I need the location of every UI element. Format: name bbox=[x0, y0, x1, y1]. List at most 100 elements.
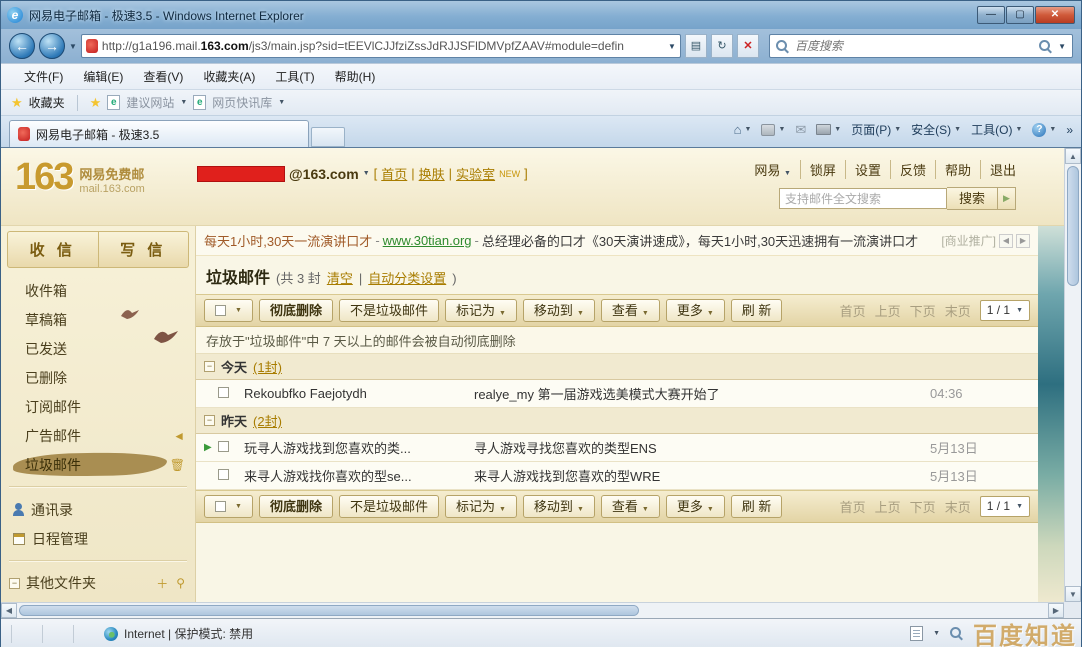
feedback-link[interactable]: 反馈 bbox=[891, 160, 936, 179]
checkbox-icon[interactable] bbox=[215, 305, 226, 316]
browser-search-box[interactable]: ▼ bbox=[769, 34, 1073, 58]
vertical-scrollbar[interactable]: ▲ ▼ bbox=[1064, 148, 1081, 602]
menu-view[interactable]: 查看(V) bbox=[134, 65, 192, 88]
mail-sender[interactable]: 来寻人游戏找你喜欢的型se... bbox=[244, 466, 474, 485]
delete-forever-button[interactable]: 彻底删除 bbox=[259, 495, 333, 518]
feeds-dropdown-icon[interactable]: ▼ bbox=[778, 126, 785, 133]
compose-mail-button[interactable]: 写 信 bbox=[99, 232, 189, 267]
scroll-up-icon[interactable]: ▲ bbox=[1065, 148, 1081, 164]
add-favorite-star-icon[interactable]: ★ bbox=[90, 95, 102, 111]
mail-sender[interactable]: 玩寻人游戏找到您喜欢的类... bbox=[244, 438, 474, 457]
scroll-down-icon[interactable]: ▼ bbox=[1065, 586, 1081, 602]
checkbox-icon[interactable] bbox=[218, 387, 229, 398]
mail-subject[interactable]: 来寻人游戏找到您喜欢的型WRE bbox=[474, 466, 920, 485]
lock-screen-link[interactable]: 锁屏 bbox=[801, 160, 846, 179]
sidebar-item-drafts[interactable]: 草稿箱 bbox=[1, 305, 195, 334]
prev-page-link[interactable]: 上页 bbox=[875, 497, 901, 516]
suggested-sites-dropdown-icon[interactable]: ▼ bbox=[180, 99, 187, 106]
sidebar-item-ad-mail[interactable]: 广告邮件◄ bbox=[1, 421, 195, 450]
last-page-link[interactable]: 末页 bbox=[945, 497, 971, 516]
view-button[interactable]: 查看▼ bbox=[601, 299, 660, 322]
mail-search-button[interactable]: 搜索 bbox=[947, 187, 998, 210]
sidebar-item-other-folders[interactable]: − 其他文件夹 ＋ ⚲ bbox=[1, 569, 195, 597]
collapse-icon[interactable]: − bbox=[204, 361, 215, 372]
select-all-dropdown-button[interactable]: ▼ bbox=[204, 299, 253, 322]
sidebar-item-deleted[interactable]: 已删除 bbox=[1, 363, 195, 392]
mail-subject[interactable]: 寻人游戏寻找您喜欢的类型ENS bbox=[474, 438, 920, 457]
sidebar-item-inbox[interactable]: 收件箱 bbox=[1, 276, 195, 305]
compatibility-view-button[interactable]: ▤ bbox=[685, 34, 707, 58]
web-slices-dropdown-icon[interactable]: ▼ bbox=[278, 99, 285, 106]
first-page-link[interactable]: 首页 bbox=[840, 301, 866, 320]
more-button[interactable]: 更多▼ bbox=[666, 299, 725, 322]
more-button[interactable]: 更多▼ bbox=[666, 495, 725, 518]
mail-row[interactable]: Rekoubfko Faejotydh realye_my 第一届游戏选美模式大… bbox=[196, 380, 1038, 408]
maximize-button[interactable]: ▢ bbox=[1006, 6, 1034, 24]
group-count-link[interactable]: (2封) bbox=[253, 411, 282, 430]
lab-link[interactable]: 实验室 bbox=[456, 164, 495, 183]
group-count-link[interactable]: (1封) bbox=[253, 357, 282, 376]
menu-help[interactable]: 帮助(H) bbox=[326, 65, 385, 88]
home-link[interactable]: 首页 bbox=[381, 164, 407, 183]
feeds-button[interactable]: ▼ bbox=[761, 124, 785, 136]
page-select[interactable]: 1 / 1▼ bbox=[980, 300, 1030, 321]
menu-file[interactable]: 文件(F) bbox=[15, 65, 72, 88]
sidebar-item-spam[interactable]: 垃圾邮件🗑 bbox=[1, 450, 195, 479]
collapse-icon[interactable]: − bbox=[9, 578, 20, 589]
checkbox-icon[interactable] bbox=[218, 469, 229, 480]
overflow-button[interactable]: » bbox=[1066, 123, 1073, 137]
new-tab-button[interactable] bbox=[311, 127, 345, 147]
horizontal-scrollbar[interactable]: ◀ ▶ bbox=[1, 602, 1064, 618]
logout-link[interactable]: 退出 bbox=[981, 160, 1016, 179]
scroll-track[interactable] bbox=[1065, 288, 1081, 586]
checkbox-icon[interactable] bbox=[218, 441, 229, 452]
home-dropdown-icon[interactable]: ▼ bbox=[745, 126, 752, 133]
stop-button[interactable]: ✕ bbox=[737, 34, 759, 58]
sidebar-item-subscriptions[interactable]: 订阅邮件 bbox=[1, 392, 195, 421]
back-button[interactable]: ← bbox=[9, 33, 35, 59]
checkbox-cell[interactable] bbox=[218, 386, 244, 401]
print-dropdown-icon[interactable]: ▼ bbox=[834, 126, 841, 133]
url-text[interactable]: http://g1a196.mail.163.com/js3/main.jsp?… bbox=[102, 39, 664, 53]
web-slices-button[interactable]: 网页快讯库 bbox=[212, 94, 272, 111]
sidebar-item-sent[interactable]: 已发送 bbox=[1, 334, 195, 363]
suggested-sites-button[interactable]: 建议网站 bbox=[126, 94, 174, 111]
menu-favorites[interactable]: 收藏夹(A) bbox=[194, 65, 264, 88]
favorites-button[interactable]: 收藏夹 bbox=[29, 94, 65, 111]
ad-prev-button[interactable]: ◀ bbox=[999, 234, 1013, 248]
menu-edit[interactable]: 编辑(E) bbox=[74, 65, 132, 88]
zoom-magnifier-icon[interactable] bbox=[950, 627, 963, 640]
not-spam-button[interactable]: 不是垃圾邮件 bbox=[339, 299, 439, 322]
collapse-icon[interactable]: − bbox=[204, 415, 215, 426]
mail-row[interactable]: ▶ 玩寻人游戏找到您喜欢的类... 寻人游戏寻找您喜欢的类型ENS 5月13日 bbox=[196, 434, 1038, 462]
mail-subject[interactable]: realye_my 第一届游戏选美模式大赛开始了 bbox=[474, 384, 920, 403]
zoom-dropdown-icon[interactable]: ▼ bbox=[933, 630, 940, 637]
read-mail-button[interactable]: ✉ bbox=[795, 122, 806, 138]
auto-sort-settings-link[interactable]: 自动分类设置 bbox=[368, 268, 446, 287]
compatibility-page-icon[interactable] bbox=[910, 626, 923, 641]
horizontal-scroll-thumb[interactable] bbox=[19, 605, 639, 616]
next-page-link[interactable]: 下页 bbox=[910, 497, 936, 516]
sidebar-item-contacts[interactable]: 通讯录 bbox=[1, 495, 195, 524]
next-page-link[interactable]: 下页 bbox=[910, 301, 936, 320]
checkbox-cell[interactable] bbox=[218, 468, 244, 483]
refresh-button[interactable]: ↻ bbox=[711, 34, 733, 58]
first-page-link[interactable]: 首页 bbox=[840, 497, 866, 516]
menu-tools[interactable]: 工具(T) bbox=[266, 65, 323, 88]
address-bar[interactable]: http://g1a196.mail.163.com/js3/main.jsp?… bbox=[81, 34, 681, 58]
browser-search-input[interactable] bbox=[795, 39, 1033, 53]
checkbox-cell[interactable] bbox=[218, 440, 244, 455]
home-button[interactable]: ⌂▼ bbox=[734, 122, 752, 137]
scroll-left-icon[interactable]: ◀ bbox=[1, 603, 17, 618]
help-link[interactable]: 帮助 bbox=[936, 160, 981, 179]
ad-banner[interactable]: 每天1小时,30天一流演讲口才 - www.30tian.org - 总经理必备… bbox=[196, 226, 1038, 256]
prev-page-link[interactable]: 上页 bbox=[875, 301, 901, 320]
tab-mail[interactable]: 网易电子邮箱 - 极速3.5 bbox=[9, 120, 309, 147]
safety-menu-button[interactable]: 安全(S)▼ bbox=[911, 121, 961, 138]
view-button[interactable]: 查看▼ bbox=[601, 495, 660, 518]
search-go-icon[interactable] bbox=[1039, 40, 1052, 53]
refresh-list-button[interactable]: 刷 新 bbox=[731, 299, 783, 322]
forward-button[interactable]: → bbox=[39, 33, 65, 59]
history-dropdown-icon[interactable]: ▼ bbox=[69, 42, 77, 51]
move-to-button[interactable]: 移动到▼ bbox=[523, 299, 595, 322]
